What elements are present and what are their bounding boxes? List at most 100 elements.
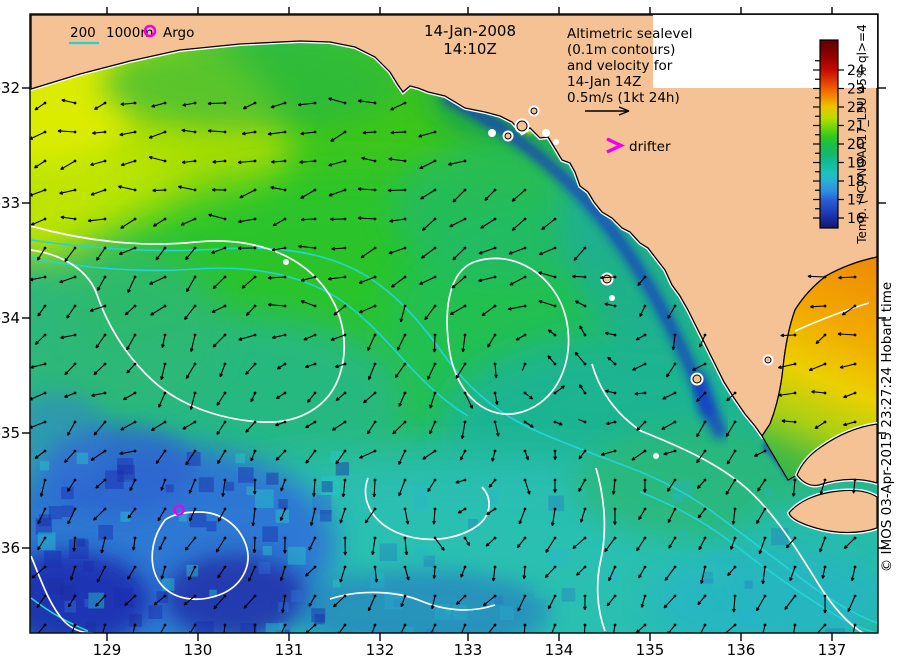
lon-tick-label: 130	[184, 641, 213, 659]
mottle-cell	[534, 588, 545, 599]
cloud-speck	[283, 259, 289, 265]
note-line-3: and velocity for	[567, 58, 673, 74]
colorbar-gradient-bar[interactable]	[819, 39, 839, 229]
mottle-cell	[291, 590, 303, 602]
imos-sst-map-figure: 129 130 131 132 133 134 135 136 137 -32 -33 -34 -35…	[0, 0, 900, 660]
mottle-cell	[84, 598, 93, 608]
mottle-cell	[549, 547, 569, 567]
credit-text: © IMOS 03-Apr-2015 23:27:24 Hobart time	[879, 282, 895, 572]
bathy-200-label: 200	[70, 25, 96, 41]
note-line-1: Altimetric sealevel	[567, 26, 693, 42]
drifter-label: drifter	[629, 139, 671, 155]
mottle-cell	[278, 499, 288, 509]
arrow-shaft	[387, 189, 406, 192]
lon-tick-label: 133	[454, 641, 483, 659]
arrow-head	[792, 635, 795, 638]
bathymetry-legend: 200 1000m	[69, 25, 154, 45]
mottle-cell	[37, 532, 56, 551]
arrow-head	[222, 637, 225, 640]
lat-tick-label: -36	[0, 539, 20, 557]
mottle-cell	[744, 580, 753, 589]
arrow-head	[761, 637, 764, 640]
cloud-speck	[609, 295, 615, 301]
arrow-head	[522, 639, 525, 642]
mottle-cell	[240, 523, 251, 534]
mottle-cell	[148, 605, 163, 619]
mottle-cell	[64, 600, 76, 613]
mottle-cell	[314, 614, 325, 625]
arrow-head	[612, 638, 615, 641]
lon-tick-label: 129	[93, 641, 122, 659]
mottle-cell	[414, 497, 428, 511]
map-canvas: 129 130 131 132 133 134 135 136 137 -32 -33 -34 -35…	[0, 7, 895, 659]
mottle-cell	[379, 543, 398, 561]
mottle-cell	[165, 484, 174, 493]
mottle-cell	[254, 489, 274, 509]
arrow-head	[35, 634, 38, 637]
arrow-shaft	[807, 275, 826, 278]
sst-patch	[650, 550, 878, 633]
mottle-cell	[266, 472, 279, 485]
arrow-head	[279, 636, 282, 639]
mottle-cell	[262, 546, 272, 556]
mottle-cell	[224, 481, 235, 491]
mottle-cell	[44, 550, 62, 569]
lon-tick-label: 136	[727, 641, 756, 659]
mottle-cell	[147, 628, 163, 633]
mottle-cell	[206, 521, 217, 532]
arrow-shaft	[583, 624, 586, 633]
arrow-head	[253, 638, 256, 641]
mottle-cell	[738, 609, 756, 628]
mottle-cell	[332, 579, 341, 588]
mottle-cell	[198, 477, 214, 493]
mottle-cell	[335, 462, 350, 476]
arrow-shaft	[433, 334, 436, 353]
lon-tick-label: 135	[636, 641, 665, 659]
mottle-cell	[414, 546, 428, 560]
mottle-cell	[412, 483, 427, 499]
mottle-cell	[321, 481, 333, 493]
mottle-cell	[238, 467, 254, 483]
cloud-speck	[488, 129, 496, 137]
map-title-time: 14:10Z	[443, 40, 497, 58]
lon-tick-label: 132	[366, 641, 395, 659]
island	[504, 132, 512, 140]
cloud-speck	[553, 139, 559, 145]
mottle-cell	[561, 587, 576, 602]
mottle-cell	[186, 564, 199, 577]
mottle-cell	[186, 451, 201, 466]
arrow-head	[851, 638, 854, 641]
mottle-cell	[468, 518, 479, 529]
mottle-cell	[679, 528, 688, 537]
longitude-labels: 129 130 131 132 133 134 135 136 137	[93, 641, 847, 659]
mottle-cell	[770, 528, 789, 546]
mottle-cell	[39, 461, 50, 471]
mottle-cell	[76, 452, 89, 465]
mottle-cell	[246, 486, 255, 496]
arrow-head	[429, 636, 432, 639]
mottle-cell	[538, 510, 552, 524]
mottle-cell	[161, 578, 175, 591]
arrow-head	[132, 633, 135, 636]
island	[602, 274, 612, 284]
arrow-head	[68, 637, 71, 640]
lat-tick-label: -33	[0, 194, 20, 212]
island	[764, 356, 772, 364]
colorbar-title: Temp. (°C) NOAA17_L3U 45% ql>=4	[855, 24, 869, 245]
arrow-shaft	[207, 102, 226, 105]
island	[530, 107, 538, 115]
mottle-cell	[83, 561, 94, 572]
lat-tick-label: -32	[0, 79, 20, 97]
arrow-shaft	[780, 334, 796, 337]
mottle-cell	[499, 606, 514, 621]
arrow-head	[460, 634, 463, 637]
mottle-cell	[320, 510, 332, 522]
cloud-speck	[542, 129, 550, 137]
arrow-head	[159, 633, 162, 636]
mottle-cell	[235, 453, 245, 464]
cloud-speck	[653, 453, 659, 459]
argo-label: Argo	[163, 25, 194, 41]
mottle-cell	[61, 486, 74, 500]
note-line-2: (0.1m contours)	[567, 42, 675, 58]
lat-tick-label: -35	[0, 424, 20, 442]
